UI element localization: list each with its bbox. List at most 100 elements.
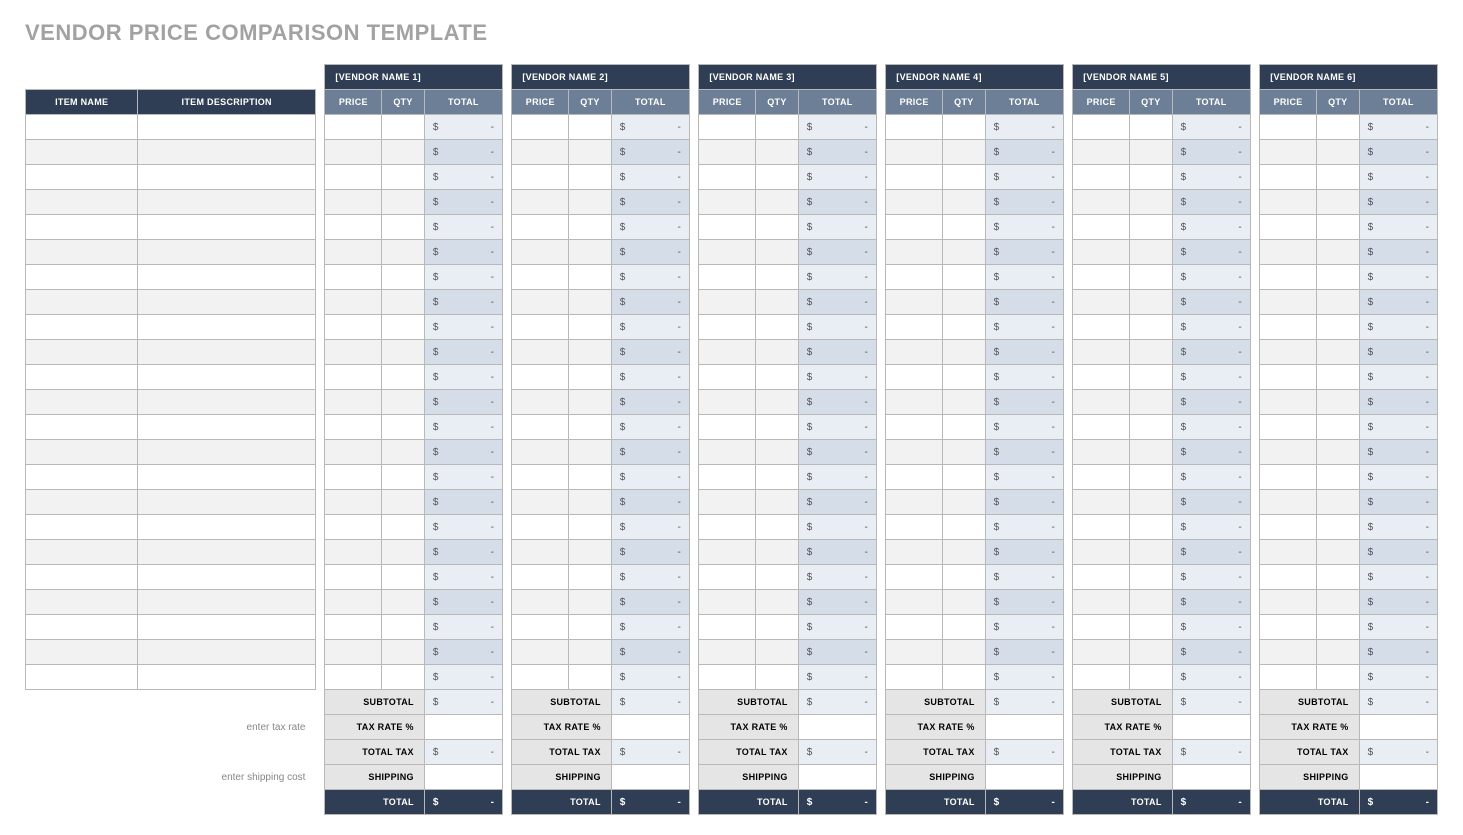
qty-cell[interactable] <box>1130 290 1173 315</box>
qty-cell[interactable] <box>1130 440 1173 465</box>
qty-cell[interactable] <box>943 165 986 190</box>
qty-cell[interactable] <box>756 215 799 240</box>
item-name-cell[interactable] <box>26 565 138 590</box>
item-description-cell[interactable] <box>138 340 316 365</box>
price-cell[interactable] <box>1073 615 1130 640</box>
price-cell[interactable] <box>699 215 756 240</box>
price-cell[interactable] <box>1073 415 1130 440</box>
price-cell[interactable] <box>699 415 756 440</box>
price-cell[interactable] <box>1073 440 1130 465</box>
price-cell[interactable] <box>1260 665 1317 690</box>
price-cell[interactable] <box>886 590 943 615</box>
qty-cell[interactable] <box>1316 415 1359 440</box>
item-name-cell[interactable] <box>26 440 138 465</box>
qty-cell[interactable] <box>1130 265 1173 290</box>
qty-cell[interactable] <box>569 240 612 265</box>
price-cell[interactable] <box>699 540 756 565</box>
qty-cell[interactable] <box>569 365 612 390</box>
qty-cell[interactable] <box>1316 290 1359 315</box>
price-cell[interactable] <box>1073 590 1130 615</box>
qty-cell[interactable] <box>382 465 425 490</box>
qty-cell[interactable] <box>382 165 425 190</box>
qty-cell[interactable] <box>382 615 425 640</box>
qty-cell[interactable] <box>943 640 986 665</box>
item-name-cell[interactable] <box>26 415 138 440</box>
price-cell[interactable] <box>512 415 569 440</box>
qty-cell[interactable] <box>943 665 986 690</box>
qty-cell[interactable] <box>569 515 612 540</box>
price-cell[interactable] <box>1260 490 1317 515</box>
price-cell[interactable] <box>699 165 756 190</box>
qty-cell[interactable] <box>569 140 612 165</box>
price-cell[interactable] <box>325 390 382 415</box>
item-description-cell[interactable] <box>138 540 316 565</box>
qty-cell[interactable] <box>943 465 986 490</box>
qty-cell[interactable] <box>1130 415 1173 440</box>
price-cell[interactable] <box>886 665 943 690</box>
qty-cell[interactable] <box>1316 615 1359 640</box>
qty-cell[interactable] <box>569 590 612 615</box>
qty-cell[interactable] <box>1316 165 1359 190</box>
item-name-cell[interactable] <box>26 390 138 415</box>
qty-cell[interactable] <box>569 490 612 515</box>
price-cell[interactable] <box>512 240 569 265</box>
item-description-cell[interactable] <box>138 490 316 515</box>
item-description-cell[interactable] <box>138 190 316 215</box>
qty-cell[interactable] <box>756 440 799 465</box>
price-cell[interactable] <box>512 215 569 240</box>
price-cell[interactable] <box>325 340 382 365</box>
price-cell[interactable] <box>1260 140 1317 165</box>
price-cell[interactable] <box>1073 190 1130 215</box>
price-cell[interactable] <box>1260 465 1317 490</box>
qty-cell[interactable] <box>943 615 986 640</box>
price-cell[interactable] <box>699 565 756 590</box>
qty-cell[interactable] <box>569 615 612 640</box>
item-name-cell[interactable] <box>26 640 138 665</box>
qty-cell[interactable] <box>1316 340 1359 365</box>
qty-cell[interactable] <box>569 215 612 240</box>
price-cell[interactable] <box>325 365 382 390</box>
price-cell[interactable] <box>1073 640 1130 665</box>
price-cell[interactable] <box>325 540 382 565</box>
price-cell[interactable] <box>699 615 756 640</box>
qty-cell[interactable] <box>943 190 986 215</box>
qty-cell[interactable] <box>1130 165 1173 190</box>
price-cell[interactable] <box>699 365 756 390</box>
price-cell[interactable] <box>699 265 756 290</box>
price-cell[interactable] <box>1073 265 1130 290</box>
item-description-cell[interactable] <box>138 515 316 540</box>
summary-value[interactable] <box>611 765 689 790</box>
qty-cell[interactable] <box>569 640 612 665</box>
item-description-cell[interactable] <box>138 265 316 290</box>
price-cell[interactable] <box>325 665 382 690</box>
price-cell[interactable] <box>325 465 382 490</box>
price-cell[interactable] <box>886 640 943 665</box>
price-cell[interactable] <box>1073 340 1130 365</box>
qty-cell[interactable] <box>382 115 425 140</box>
price-cell[interactable] <box>886 190 943 215</box>
qty-cell[interactable] <box>1130 140 1173 165</box>
price-cell[interactable] <box>1073 365 1130 390</box>
qty-cell[interactable] <box>1130 115 1173 140</box>
price-cell[interactable] <box>325 190 382 215</box>
qty-cell[interactable] <box>756 390 799 415</box>
price-cell[interactable] <box>1073 565 1130 590</box>
price-cell[interactable] <box>512 465 569 490</box>
price-cell[interactable] <box>1073 665 1130 690</box>
price-cell[interactable] <box>1260 440 1317 465</box>
qty-cell[interactable] <box>569 165 612 190</box>
price-cell[interactable] <box>512 165 569 190</box>
qty-cell[interactable] <box>1316 665 1359 690</box>
qty-cell[interactable] <box>382 640 425 665</box>
qty-cell[interactable] <box>943 140 986 165</box>
price-cell[interactable] <box>1073 115 1130 140</box>
item-name-cell[interactable] <box>26 540 138 565</box>
summary-value[interactable] <box>985 765 1063 790</box>
qty-cell[interactable] <box>756 590 799 615</box>
qty-cell[interactable] <box>756 515 799 540</box>
qty-cell[interactable] <box>382 140 425 165</box>
price-cell[interactable] <box>886 465 943 490</box>
price-cell[interactable] <box>325 315 382 340</box>
price-cell[interactable] <box>699 515 756 540</box>
qty-cell[interactable] <box>943 440 986 465</box>
